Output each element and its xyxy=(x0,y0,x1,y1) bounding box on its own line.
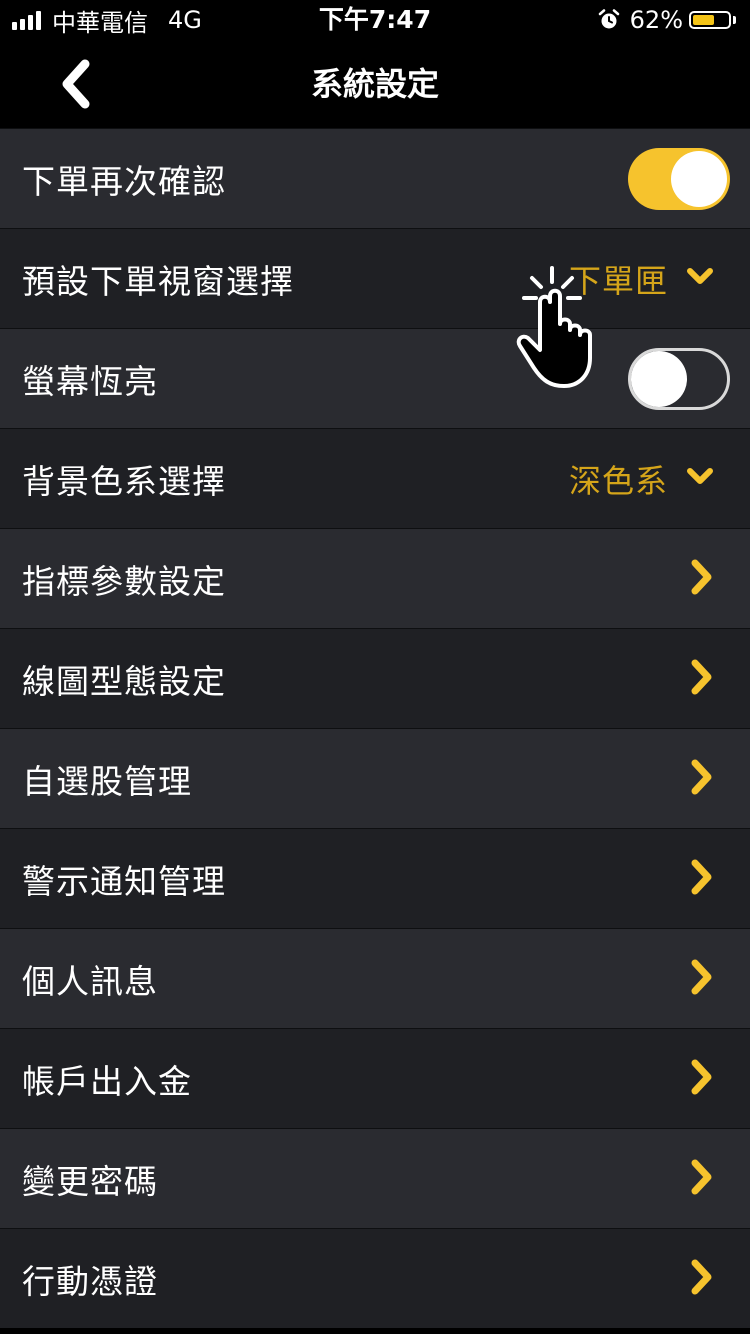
chevron-down-icon[interactable] xyxy=(686,467,714,491)
chevron-right-icon[interactable] xyxy=(690,858,714,900)
toggle-knob xyxy=(671,150,727,207)
settings-row[interactable]: 螢幕恆亮 xyxy=(0,328,750,428)
settings-row[interactable]: 個人訊息 xyxy=(0,928,750,1028)
settings-row-label: 行動憑證 xyxy=(22,1261,158,1301)
settings-row-label: 警示通知管理 xyxy=(22,861,226,901)
settings-row-label: 預設下單視窗選擇 xyxy=(22,261,294,301)
alarm-icon xyxy=(598,9,619,29)
settings-row[interactable]: 警示通知管理 xyxy=(0,828,750,928)
toggle-switch[interactable] xyxy=(628,147,730,210)
settings-list: 下單再次確認預設下單視窗選擇 下單匣螢幕恆亮背景色系選擇 深色系指標參數設定 線圖型態… xyxy=(0,128,750,1328)
battery-icon xyxy=(689,11,731,29)
settings-row-label: 背景色系選擇 xyxy=(22,461,226,501)
chevron-right-icon[interactable] xyxy=(690,1058,714,1100)
settings-row[interactable]: 指標參數設定 xyxy=(0,528,750,628)
settings-row-label: 個人訊息 xyxy=(22,961,158,1001)
status-bar: 中華電信 4G 下午7:47 62% xyxy=(0,0,750,40)
nav-bar: 系統設定 xyxy=(0,40,750,128)
settings-row[interactable]: 背景色系選擇 深色系 xyxy=(0,428,750,528)
battery-percent: 62% xyxy=(629,6,683,34)
settings-row-label: 螢幕恆亮 xyxy=(22,361,158,401)
chevron-right-icon[interactable] xyxy=(690,758,714,800)
chevron-right-icon[interactable] xyxy=(690,558,714,600)
settings-row[interactable]: 行動憑證 xyxy=(0,1228,750,1328)
chevron-down-icon[interactable] xyxy=(686,267,714,291)
settings-row[interactable]: 預設下單視窗選擇 下單匣 xyxy=(0,228,750,328)
settings-row[interactable]: 變更密碼 xyxy=(0,1128,750,1228)
toggle-switch[interactable] xyxy=(628,347,730,410)
settings-row-label: 自選股管理 xyxy=(22,761,192,801)
settings-row-label: 線圖型態設定 xyxy=(22,661,226,701)
toggle-knob xyxy=(631,350,687,407)
settings-row[interactable]: 下單再次確認 xyxy=(0,128,750,228)
settings-row-label: 帳戶出入金 xyxy=(22,1061,192,1101)
settings-row[interactable]: 帳戶出入金 xyxy=(0,1028,750,1128)
settings-row[interactable]: 線圖型態設定 xyxy=(0,628,750,728)
battery-tip xyxy=(733,16,736,24)
status-right: 62% xyxy=(598,4,736,36)
select-value[interactable]: 深色系 xyxy=(569,456,668,502)
settings-row-label: 變更密碼 xyxy=(22,1161,158,1201)
chevron-right-icon[interactable] xyxy=(690,958,714,1000)
settings-row[interactable]: 自選股管理 xyxy=(0,728,750,828)
page-title: 系統設定 xyxy=(310,65,439,103)
chevron-right-icon[interactable] xyxy=(690,1258,714,1300)
settings-row-label: 下單再次確認 xyxy=(22,161,226,201)
chevron-right-icon[interactable] xyxy=(690,1158,714,1200)
chevron-right-icon[interactable] xyxy=(690,658,714,700)
settings-row-label: 指標參數設定 xyxy=(22,561,226,601)
tap-hand-icon xyxy=(516,266,592,388)
